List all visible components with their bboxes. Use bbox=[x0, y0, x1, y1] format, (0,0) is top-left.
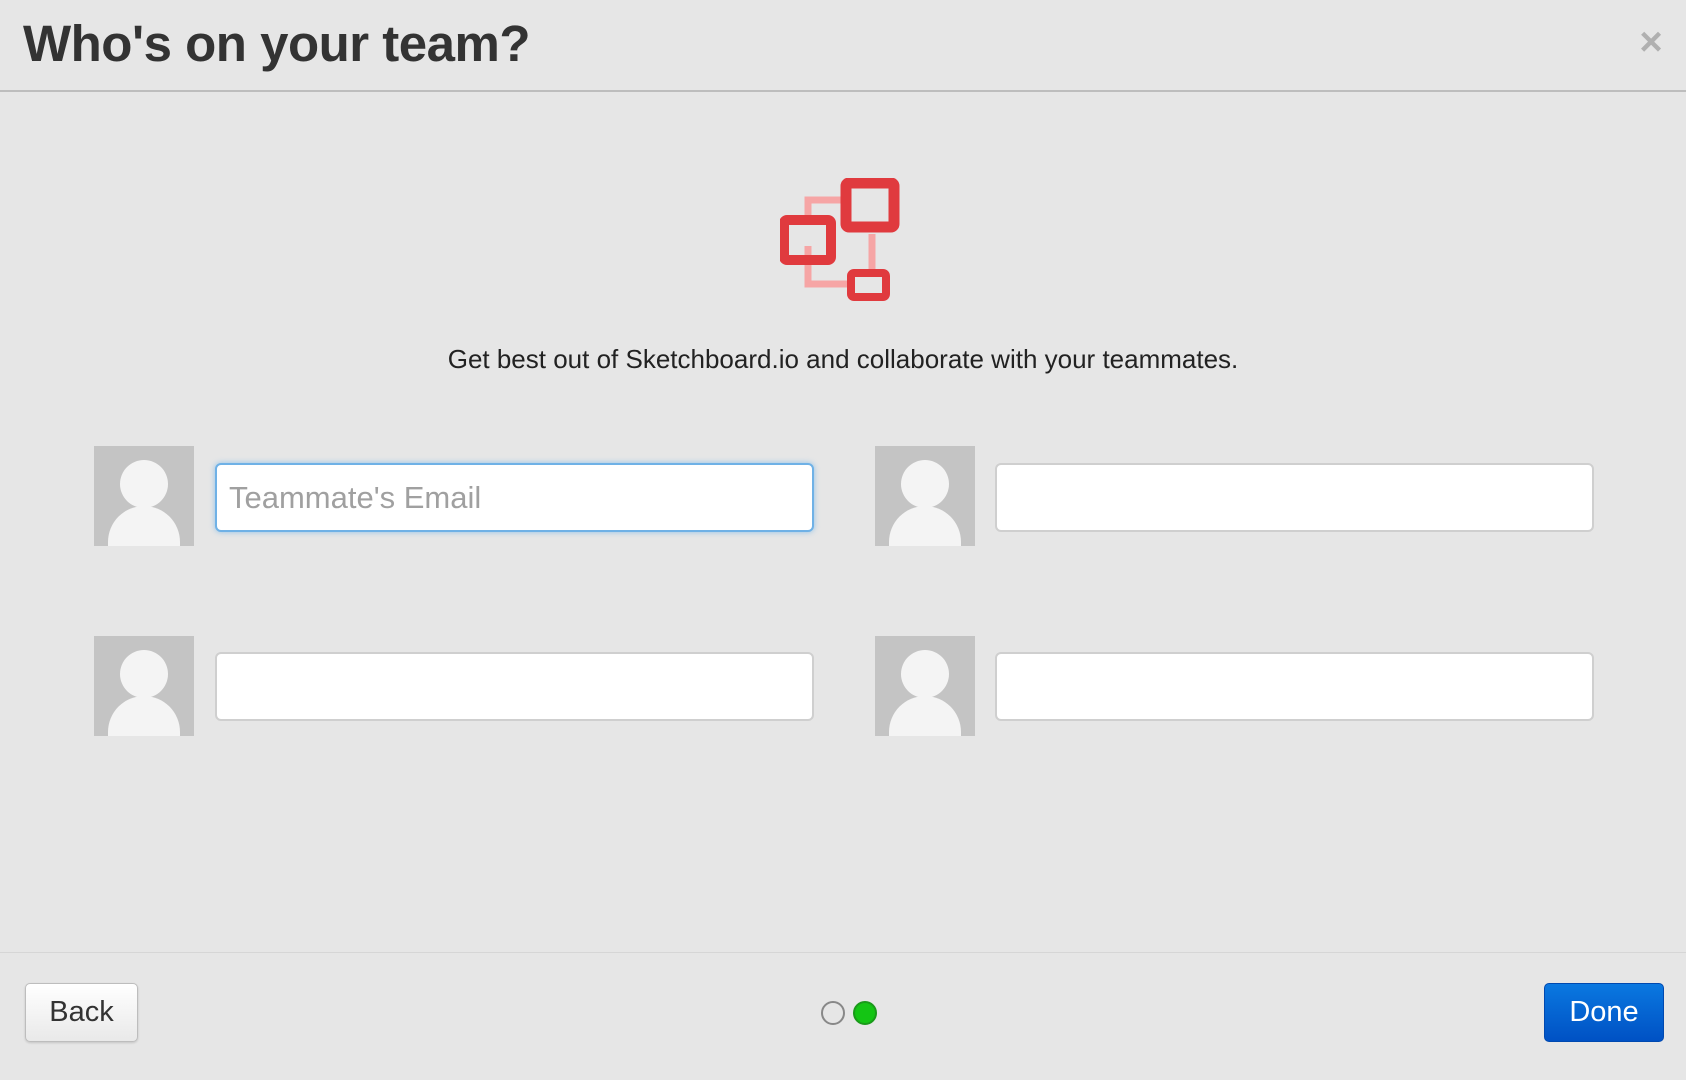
dialog-title: Who's on your team? bbox=[23, 15, 530, 72]
avatar-head bbox=[901, 650, 949, 698]
teammate-email-input-3[interactable] bbox=[215, 652, 814, 721]
teammate-email-input-2[interactable] bbox=[995, 463, 1594, 532]
avatar-body bbox=[889, 696, 961, 736]
step-dot-2-active[interactable] bbox=[853, 1001, 877, 1025]
avatar-head bbox=[120, 650, 168, 698]
done-button[interactable]: Done bbox=[1544, 983, 1664, 1042]
step-indicator bbox=[821, 1001, 891, 1027]
dialog-subtitle: Get best out of Sketchboard.io and colla… bbox=[447, 344, 1239, 374]
avatar bbox=[875, 636, 975, 736]
avatar-head bbox=[901, 460, 949, 508]
sketchboard-logo-icon bbox=[780, 178, 900, 301]
teammate-email-input-1[interactable] bbox=[215, 463, 814, 532]
teammate-email-input-4[interactable] bbox=[995, 652, 1594, 721]
avatar-body bbox=[889, 506, 961, 546]
avatar-body bbox=[108, 506, 180, 546]
close-icon[interactable]: × bbox=[1636, 22, 1666, 62]
logo-square-bottom bbox=[847, 269, 890, 301]
back-button[interactable]: Back bbox=[25, 983, 138, 1042]
avatar bbox=[875, 446, 975, 546]
logo-square-top bbox=[840, 178, 900, 233]
avatar bbox=[94, 636, 194, 736]
avatar-head bbox=[120, 460, 168, 508]
avatar-body bbox=[108, 696, 180, 736]
avatar bbox=[94, 446, 194, 546]
dialog-footer: Back Done bbox=[0, 952, 1686, 1080]
step-dot-1[interactable] bbox=[821, 1001, 845, 1025]
team-invite-dialog: Who's on your team? × Get best out of Sk… bbox=[0, 0, 1686, 1080]
dialog-header: Who's on your team? × bbox=[0, 0, 1686, 92]
